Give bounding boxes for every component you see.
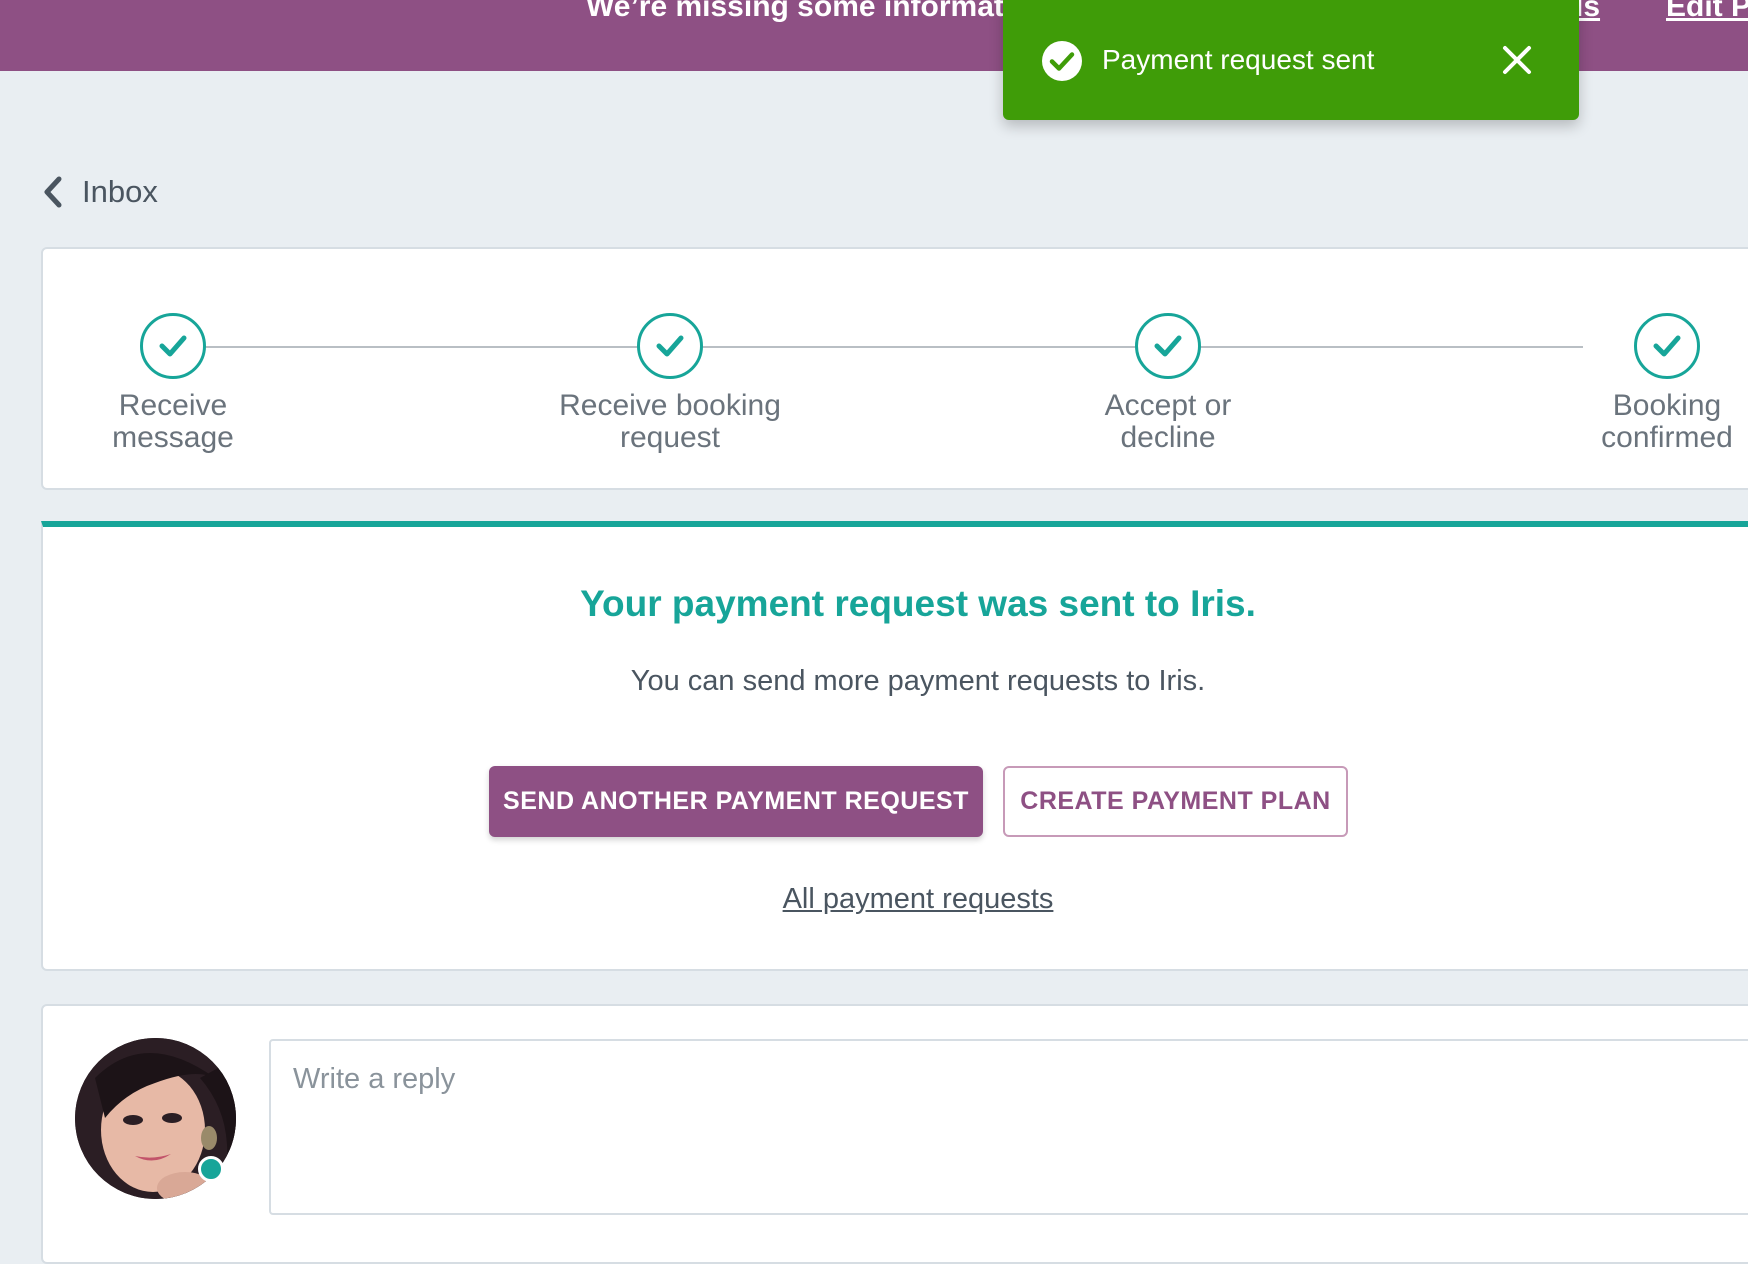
reply-card — [41, 1004, 1748, 1264]
chevron-left-icon — [44, 176, 62, 208]
success-toast: Payment request sent — [1003, 0, 1579, 120]
result-title: Your payment request was sent to Iris. — [580, 583, 1256, 624]
send-another-payment-request-button[interactable]: SEND ANOTHER PAYMENT REQUEST — [489, 766, 983, 837]
create-payment-plan-button[interactable]: CREATE PAYMENT PLAN — [1003, 766, 1348, 837]
progress-line — [172, 346, 1583, 348]
back-to-inbox-link[interactable]: Inbox — [42, 172, 158, 212]
close-icon[interactable] — [1499, 42, 1535, 78]
step-complete-icon — [1634, 313, 1700, 379]
step-complete-icon — [1135, 313, 1201, 379]
banner-link-edit[interactable]: Edit P — [1666, 0, 1748, 24]
reply-input[interactable] — [269, 1039, 1748, 1215]
result-subtitle: You can send more payment requests to Ir… — [630, 665, 1206, 697]
check-circle-icon — [1042, 41, 1082, 81]
step-label: Accept or decline — [1104, 389, 1232, 454]
toast-message: Payment request sent — [1102, 44, 1375, 75]
step-label: Booking confirmed — [1601, 389, 1733, 454]
all-payment-requests-link[interactable]: All payment requests — [43, 883, 1748, 916]
progress-step: Booking confirmed — [1517, 313, 1748, 454]
progress-step: Receive booking request — [520, 313, 820, 454]
progress-step: Receive message — [23, 313, 323, 454]
step-complete-icon — [140, 313, 206, 379]
progress-step: Accept or decline — [1018, 313, 1318, 454]
step-label: Receive message — [112, 389, 234, 454]
booking-progress-tracker: Receive message Receive booking request … — [41, 247, 1748, 490]
banner-message: We’re missing some informatio — [586, 0, 1031, 23]
step-label: Receive booking request — [559, 389, 781, 454]
back-label: Inbox — [82, 174, 158, 209]
online-status-badge — [198, 1156, 224, 1182]
step-complete-icon — [637, 313, 703, 379]
payment-request-result-card: Your payment request was sent to Iris. Y… — [41, 521, 1748, 971]
